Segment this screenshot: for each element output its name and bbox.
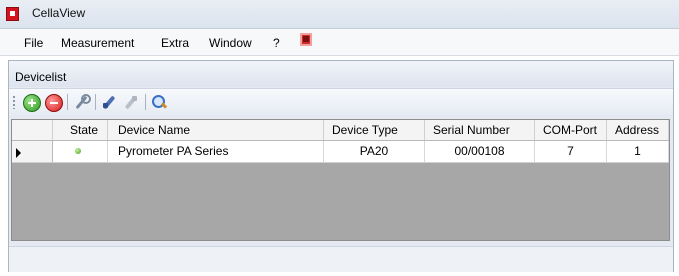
row-header-cell[interactable] [12, 141, 53, 162]
device-toolbar [9, 88, 673, 115]
column-header-com-port[interactable]: COM-Port [535, 120, 607, 140]
device-type-cell[interactable]: PA20 [324, 141, 425, 162]
column-header-device-name[interactable]: Device Name [108, 120, 324, 140]
search-icon[interactable] [151, 94, 167, 110]
menu-help[interactable]: ? [273, 36, 280, 50]
remove-device-icon[interactable] [45, 94, 63, 112]
title-bar: CellaView [0, 0, 679, 29]
add-device-icon[interactable] [23, 94, 41, 112]
window-title: CellaView [32, 6, 86, 20]
toolbar-separator [67, 94, 68, 110]
state-cell[interactable] [53, 141, 108, 162]
column-header-serial-number[interactable]: Serial Number [425, 120, 535, 140]
current-row-arrow-icon [16, 148, 21, 158]
device-name-cell[interactable]: Pyrometer PA Series [108, 141, 324, 162]
devicelist-panel: Devicelist State Device Name Device Type… [8, 60, 674, 272]
column-header-device-type[interactable]: Device Type [324, 120, 425, 140]
panel-header: Devicelist [9, 61, 673, 87]
toolbar-separator [95, 94, 96, 110]
menu-measurement[interactable]: Measurement [61, 36, 134, 50]
address-cell[interactable]: 1 [607, 141, 669, 162]
column-header-address[interactable]: Address [607, 120, 669, 140]
mdi-window-icon[interactable] [300, 33, 312, 46]
menu-extra[interactable]: Extra [161, 36, 189, 50]
row-header-corner [12, 120, 53, 140]
grid-header: State Device Name Device Type Serial Num… [12, 120, 669, 141]
toolbar-separator [145, 94, 146, 110]
column-header-state[interactable]: State [53, 120, 108, 140]
serial-number-cell[interactable]: 00/00108 [425, 141, 535, 162]
disconnect-icon[interactable] [123, 94, 139, 110]
panel-title: Devicelist [15, 70, 67, 84]
menu-bar: File Measurement Extra Window ? [0, 29, 679, 56]
state-online-icon [75, 148, 81, 154]
wrench-icon[interactable] [73, 94, 91, 110]
device-grid[interactable]: State Device Name Device Type Serial Num… [11, 119, 670, 241]
panel-status-strip [9, 246, 673, 272]
app-icon [6, 7, 19, 21]
com-port-cell[interactable]: 7 [535, 141, 607, 162]
menu-window[interactable]: Window [209, 36, 252, 50]
table-row[interactable]: Pyrometer PA Series PA20 00/00108 7 1 [12, 141, 669, 163]
toolbar-grip-icon[interactable] [13, 96, 15, 109]
menu-file[interactable]: File [24, 36, 43, 50]
connect-icon[interactable] [101, 94, 117, 110]
